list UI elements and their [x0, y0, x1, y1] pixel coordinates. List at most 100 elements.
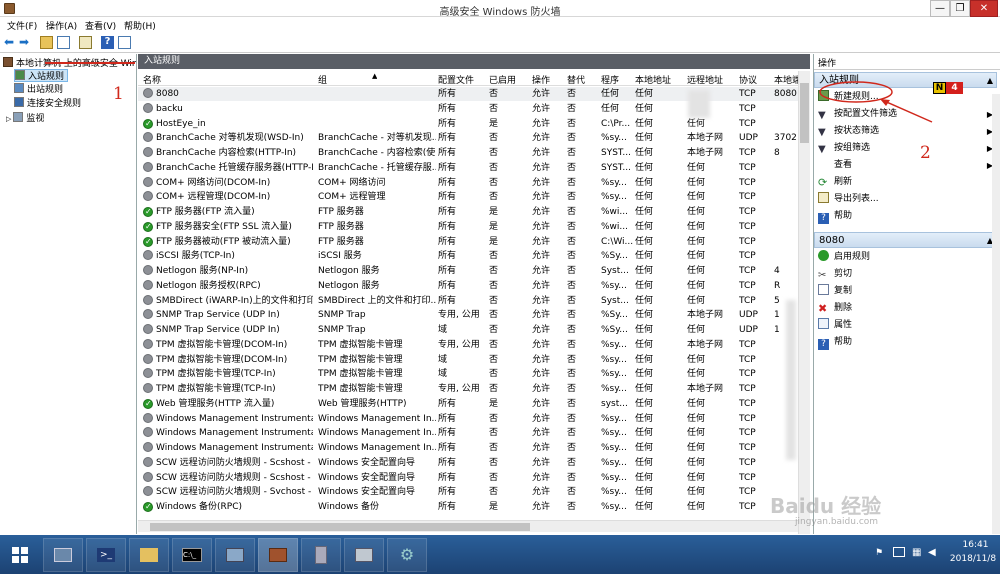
taskbar-server-manager[interactable] [43, 538, 83, 572]
tray-clock-time[interactable]: 16:41 [953, 540, 998, 550]
table-row[interactable]: Netlogon 服务(NP-In) Netlogon 服务 所有 否 允许 否 Syst.… [138, 264, 798, 278]
column-header-local-address[interactable]: 本地地址 [635, 73, 671, 86]
actions-scrollbar[interactable] [992, 94, 1000, 534]
table-row[interactable]: FTP 服务器被动(FTP 被动流入量) FTP 服务器 所有 是 允许 否 C:\Wi..… [138, 235, 798, 249]
table-row[interactable]: Web 管理服务(HTTP 流入量) Web 管理服务(HTTP) 所有 是 允许 否 sy… [138, 397, 798, 411]
tray-flag-icon[interactable]: ⚑ [875, 548, 883, 558]
taskbar-explorer[interactable] [129, 538, 169, 572]
actions-section-selected-rule[interactable]: 8080 ▲ [814, 232, 997, 248]
taskbar-cmd[interactable]: C:\_ [172, 538, 212, 572]
table-row[interactable]: SCW 远程访问防火墙规则 - Scshost - ... Windows 安全配… [138, 471, 798, 485]
filter-icon: ▼ [818, 144, 826, 155]
help-icon[interactable]: ? [101, 36, 114, 49]
tree-item-outbound-rules[interactable]: 出站规则 [14, 83, 63, 96]
forward-arrow-icon[interactable]: ➡ [19, 36, 32, 49]
table-row[interactable]: Windows 备份(RPC) Windows 备份 所有 是 允许 否 %sy... 任何 任… [138, 500, 798, 514]
table-row[interactable]: SCW 远程访问防火墙规则 - Scshost - ... Windows 安全配… [138, 456, 798, 470]
table-row[interactable]: TPM 虚拟智能卡管理(TCP-In) TPM 虚拟智能卡管理 专用, 公用否允许否… [138, 382, 798, 396]
table-row[interactable]: SMBDirect (iWARP-In)上的文件和打印... SMBDirect … [138, 294, 798, 308]
taskbar-services[interactable]: ⚙ [387, 538, 427, 572]
tree-item-connection-security-rules[interactable]: 连接安全规则 [14, 97, 81, 110]
column-header-profile[interactable]: 配置文件 [438, 73, 474, 86]
tray-network-icon[interactable] [893, 547, 905, 557]
table-row[interactable]: BranchCache 托管缓存服务器(HTTP-In) BranchCache … [138, 161, 798, 175]
actions-section-inbound-rules[interactable]: 入站规则 ▲ [814, 72, 997, 88]
column-header-protocol[interactable]: 协议 [739, 73, 757, 86]
scrollbar-thumb[interactable] [800, 83, 809, 143]
cell-proto: TCP [739, 384, 756, 394]
action-cut[interactable]: ✂ 剪切 [818, 267, 993, 282]
menu-help[interactable]: 帮助(H) [124, 19, 156, 32]
column-header-program[interactable]: 程序 [601, 73, 619, 86]
action-filter-by-state[interactable]: ▼ 按状态筛选 ▶ [818, 124, 993, 139]
column-header-remote-address[interactable]: 远程地址 [687, 73, 723, 86]
table-row[interactable]: iSCSI 服务(TCP-In) iSCSI 服务 所有 否 允许 否 %Sy... 任何 任何… [138, 249, 798, 263]
action-delete[interactable]: ✖ 删除 [818, 301, 993, 316]
taskbar-server-app[interactable] [301, 538, 341, 572]
rule-disabled-icon [143, 427, 153, 438]
table-row[interactable]: BranchCache 内容检索(HTTP-In) BranchCache - 内… [138, 146, 798, 160]
action-new-rule[interactable]: 新建规则... [818, 90, 993, 105]
column-header-override[interactable]: 替代 [567, 73, 585, 86]
table-row[interactable]: TPM 虚拟智能卡管理(DCOM-In) TPM 虚拟智能卡管理 域 否 允许 否 %sy.… [138, 353, 798, 367]
table-row[interactable]: FTP 服务器(FTP 流入量) FTP 服务器 所有 是 允许 否 %wi... 任何 任何 T… [138, 205, 798, 219]
column-header-name[interactable]: 名称 [143, 73, 161, 86]
table-row[interactable]: HostEye_in 所有 是 允许 否 C:\Pr... 任何 任何 TCP [138, 117, 798, 131]
table-row[interactable]: Windows Management Instrumentati... Windo… [138, 441, 798, 455]
table-row[interactable]: SCW 远程访问防火墙规则 - Svchost - T... Windows 安全… [138, 485, 798, 499]
action-enable-rule[interactable]: 启用规则 [818, 250, 993, 265]
action-view[interactable]: 查看 ▶ [818, 158, 993, 173]
vertical-scrollbar[interactable] [798, 71, 810, 534]
expand-arrow-icon[interactable]: ▷ [6, 115, 11, 123]
show-action-pane-icon[interactable] [118, 36, 131, 49]
table-row[interactable]: FTP 服务器安全(FTP SSL 流入量) FTP 服务器 所有 是 允许 否 %wi..… [138, 220, 798, 234]
taskbar-computer-management[interactable] [215, 538, 255, 572]
action-filter-by-group[interactable]: ▼ 按组筛选 ▶ [818, 141, 993, 156]
folder-icon [140, 548, 158, 562]
table-row[interactable]: Windows Management Instrumentati... Windo… [138, 426, 798, 440]
action-refresh[interactable]: ⟳ 刷新 [818, 175, 993, 190]
action-export-list[interactable]: 导出列表... [818, 192, 993, 207]
export-list-icon[interactable] [79, 36, 92, 49]
start-button[interactable] [0, 535, 42, 574]
taskbar-powershell[interactable]: >_ [86, 538, 126, 572]
scrollbar-thumb[interactable] [150, 523, 530, 531]
menu-action[interactable]: 操作(A) [46, 19, 77, 32]
table-row[interactable]: Netlogon 服务授权(RPC) Netlogon 服务 所有 否 允许 否 %sy..… [138, 279, 798, 293]
column-header-action[interactable]: 操作 [532, 73, 550, 86]
tree-item-monitoring[interactable]: ▷ 监视 [6, 112, 44, 125]
action-properties[interactable]: 属性 [818, 318, 993, 333]
taskbar-iis-manager[interactable] [344, 538, 384, 572]
cell-profile: 域 [438, 325, 448, 335]
show-hide-tree-icon[interactable] [57, 36, 70, 49]
action-help[interactable]: ? 帮助 [818, 209, 993, 224]
maximize-button[interactable]: ❐ [950, 0, 970, 17]
table-row[interactable]: SNMP Trap Service (UDP In) SNMP Trap 专用, 公… [138, 308, 798, 322]
column-header-group[interactable]: 组 [318, 73, 327, 86]
minimize-button[interactable]: — [930, 0, 950, 17]
close-button[interactable]: ✕ [970, 0, 998, 17]
action-filter-by-profile[interactable]: ▼ 按配置文件筛选 ▶ [818, 107, 993, 122]
menu-file[interactable]: 文件(F) [7, 19, 37, 32]
table-row[interactable]: TPM 虚拟智能卡管理(DCOM-In) TPM 虚拟智能卡管理 专用, 公用否允许… [138, 338, 798, 352]
collapse-arrow-icon[interactable]: ▲ [987, 73, 993, 88]
column-header-local-port[interactable]: 本地端 [774, 73, 798, 86]
tray-sound-icon[interactable]: ◀ [928, 547, 936, 558]
horizontal-scrollbar[interactable] [138, 520, 798, 532]
tray-clock-date[interactable]: 2018/11/8 [946, 554, 1000, 564]
action-copy[interactable]: 复制 [818, 284, 993, 299]
taskbar-firewall[interactable] [258, 538, 298, 572]
table-row[interactable]: Windows Management Instrumentati... Windo… [138, 412, 798, 426]
table-row[interactable]: BranchCache 对等机发现(WSD-In) BranchCache - 对… [138, 131, 798, 145]
back-arrow-icon[interactable]: ⬅ [4, 36, 17, 49]
table-row[interactable]: TPM 虚拟智能卡管理(TCP-In) TPM 虚拟智能卡管理 域 否 允许 否 %sy..… [138, 367, 798, 381]
tree-item-inbound-rules[interactable]: 入站规则 [14, 69, 69, 82]
table-row[interactable]: COM+ 网络访问(DCOM-In) COM+ 网络访问 所有 否 允许 否 %sy... 任… [138, 176, 798, 190]
menu-view[interactable]: 查看(V) [85, 19, 116, 32]
table-row[interactable]: SNMP Trap Service (UDP In) SNMP Trap 域 否 允许 否… [138, 323, 798, 337]
tray-keyboard-icon[interactable]: ▦ [912, 547, 921, 558]
table-row[interactable]: COM+ 远程管理(DCOM-In) COM+ 远程管理 所有 否 允许 否 %sy... 任… [138, 190, 798, 204]
column-header-enabled[interactable]: 已启用 [489, 73, 516, 86]
up-folder-icon[interactable] [40, 36, 53, 49]
action-help-rule[interactable]: ? 帮助 [818, 335, 993, 350]
